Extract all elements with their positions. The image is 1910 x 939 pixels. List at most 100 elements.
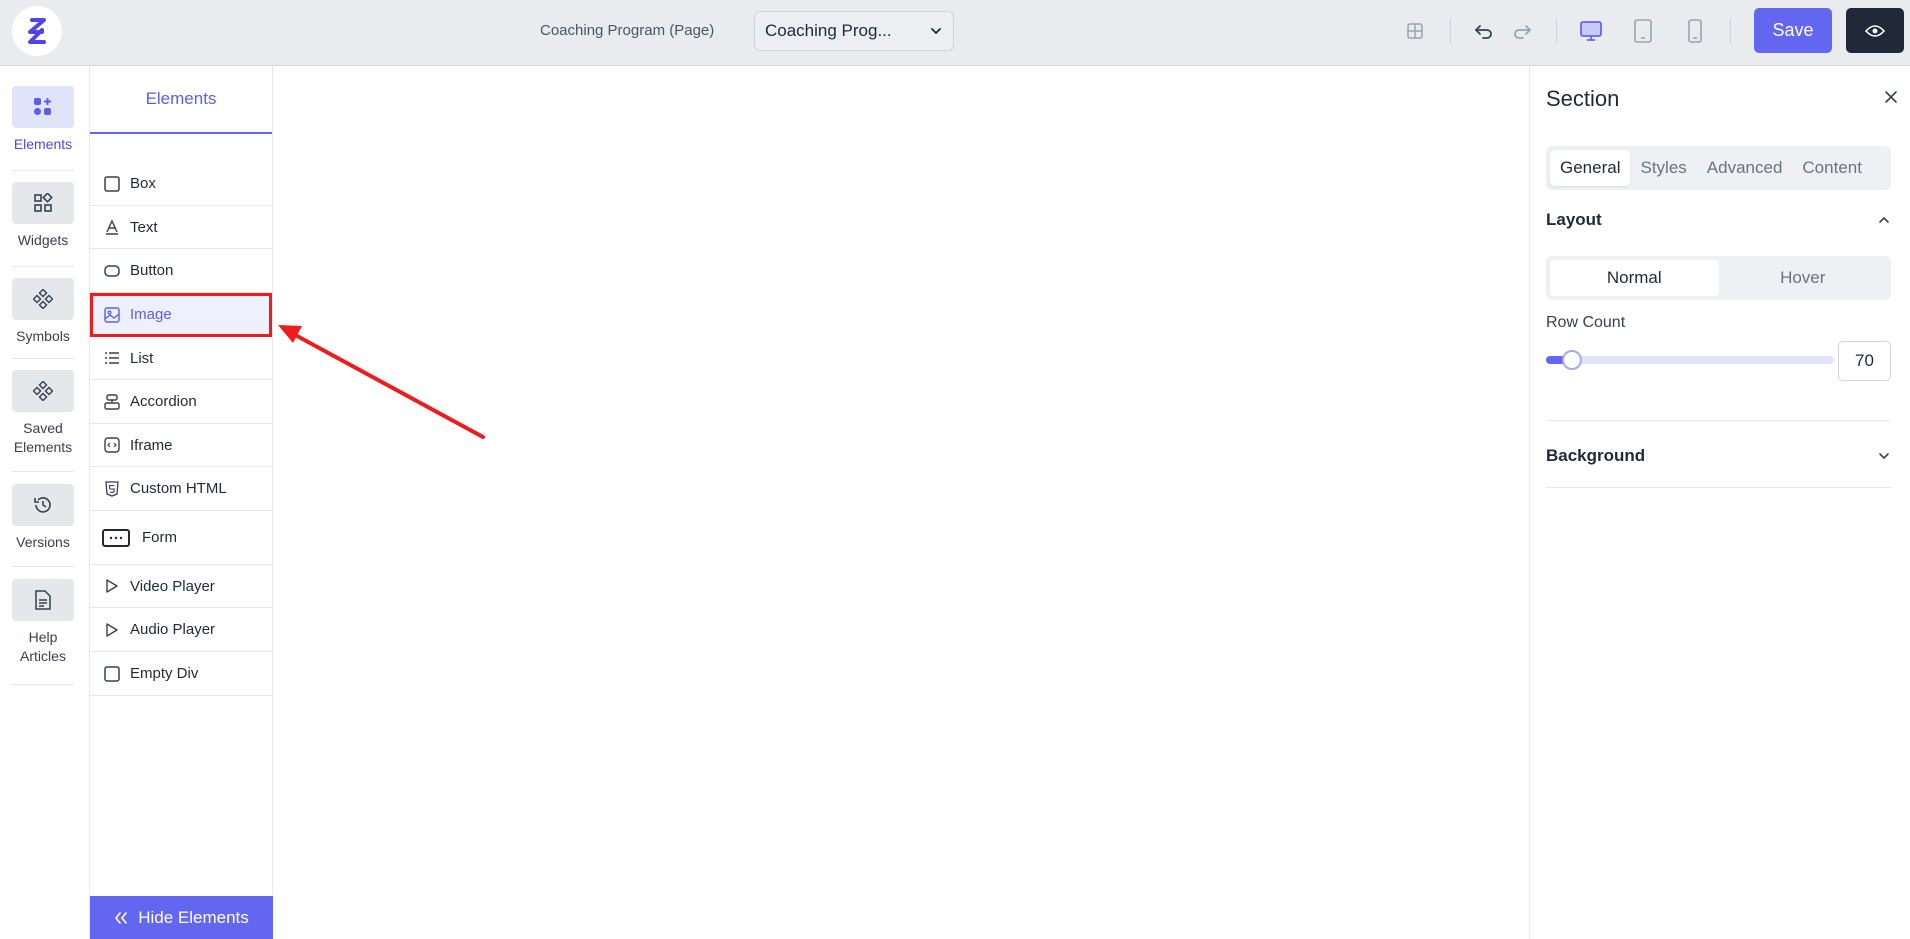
element-item-list[interactable]: List bbox=[90, 337, 272, 380]
double-chevron-left-icon bbox=[115, 911, 128, 924]
row-count-slider[interactable] bbox=[1546, 350, 1834, 370]
undo-icon[interactable] bbox=[1469, 17, 1497, 45]
slider-handle[interactable] bbox=[1562, 350, 1582, 370]
rail-divider bbox=[12, 684, 74, 685]
elements-panel: Elements Box Text Button Image List Acco… bbox=[90, 66, 273, 939]
toolbar-divider bbox=[1730, 18, 1731, 44]
section-divider bbox=[1546, 487, 1891, 488]
element-label: Box bbox=[130, 175, 156, 192]
elements-icon bbox=[12, 86, 74, 128]
element-list: Box Text Button Image List Accordion Ifr… bbox=[90, 162, 272, 696]
toolbar-divider bbox=[1556, 18, 1557, 44]
preview-button[interactable] bbox=[1846, 8, 1904, 53]
accordion-icon bbox=[102, 392, 122, 412]
hide-elements-button[interactable]: Hide Elements bbox=[90, 896, 273, 939]
rail-label: Versions bbox=[16, 534, 70, 550]
rail-item-widgets[interactable]: Widgets bbox=[0, 182, 86, 250]
list-icon bbox=[102, 348, 122, 368]
mobile-view-icon[interactable] bbox=[1681, 17, 1709, 45]
html-icon bbox=[102, 479, 122, 499]
image-icon bbox=[102, 305, 122, 325]
element-label: Text bbox=[130, 218, 158, 236]
rail-divider bbox=[12, 358, 74, 359]
desktop-view-icon[interactable] bbox=[1577, 17, 1605, 45]
redo-icon[interactable] bbox=[1509, 17, 1537, 45]
element-item-form[interactable]: Form bbox=[90, 511, 272, 565]
tab-styles[interactable]: Styles bbox=[1630, 150, 1696, 186]
tablet-view-icon[interactable] bbox=[1629, 17, 1657, 45]
text-icon bbox=[102, 217, 122, 237]
tab-elements[interactable]: Elements bbox=[90, 66, 272, 134]
logo-icon bbox=[28, 18, 46, 44]
element-label: List bbox=[130, 349, 154, 367]
save-button[interactable]: Save bbox=[1754, 8, 1832, 53]
element-item-box[interactable]: Box bbox=[90, 162, 272, 206]
rail-divider bbox=[12, 266, 74, 267]
element-label: Form bbox=[142, 529, 177, 546]
inspector-panel: Section General Styles Advanced Content … bbox=[1529, 66, 1910, 939]
page-select-value: Coaching Prog... bbox=[765, 21, 892, 40]
page-caption: Coaching Program (Page) bbox=[540, 22, 715, 39]
symbols-icon bbox=[12, 278, 74, 320]
code-icon bbox=[102, 435, 122, 455]
document-icon bbox=[12, 579, 74, 621]
rail-label: Help Articles bbox=[20, 629, 66, 664]
layout-section-header[interactable]: Layout bbox=[1546, 210, 1891, 230]
state-normal[interactable]: Normal bbox=[1550, 260, 1719, 296]
form-icon bbox=[102, 528, 130, 548]
play-icon bbox=[102, 576, 122, 596]
rail-label: Symbols bbox=[16, 328, 70, 344]
page-select[interactable]: Coaching Prog... bbox=[754, 11, 954, 51]
tab-advanced[interactable]: Advanced bbox=[1697, 150, 1793, 186]
element-item-video-player[interactable]: Video Player bbox=[90, 565, 272, 608]
top-bar: Coaching Program (Page) Coaching Prog...… bbox=[0, 0, 1910, 66]
toolbar-divider bbox=[1450, 18, 1451, 44]
history-icon bbox=[12, 484, 74, 526]
element-label: Custom HTML bbox=[130, 480, 227, 497]
element-label: Empty Div bbox=[130, 665, 199, 682]
grid-icon[interactable] bbox=[1401, 17, 1429, 45]
element-item-iframe[interactable]: Iframe bbox=[90, 424, 272, 467]
inspector-tabs: General Styles Advanced Content bbox=[1546, 146, 1891, 190]
chevron-down-icon bbox=[931, 28, 941, 35]
left-rail: Elements Widgets Symbols Saved Elements … bbox=[0, 66, 90, 939]
rail-label: Elements bbox=[13, 136, 73, 152]
close-icon[interactable] bbox=[1880, 86, 1902, 108]
element-item-button[interactable]: Button bbox=[90, 249, 272, 293]
button-icon bbox=[102, 261, 122, 281]
element-item-image[interactable]: Image bbox=[90, 293, 272, 337]
rail-divider bbox=[12, 170, 74, 171]
element-item-custom-html[interactable]: Custom HTML bbox=[90, 467, 272, 511]
rail-item-help-articles[interactable]: Help Articles bbox=[0, 579, 86, 666]
background-section-header[interactable]: Background bbox=[1546, 446, 1891, 466]
chevron-up-icon bbox=[1879, 216, 1889, 223]
square-icon bbox=[102, 664, 122, 684]
state-hover[interactable]: Hover bbox=[1719, 260, 1888, 296]
chevron-down-icon bbox=[1879, 453, 1889, 460]
rail-item-symbols[interactable]: Symbols bbox=[0, 278, 86, 346]
rail-item-elements[interactable]: Elements bbox=[0, 86, 86, 154]
element-item-accordion[interactable]: Accordion bbox=[90, 380, 272, 424]
element-item-text[interactable]: Text bbox=[90, 206, 272, 249]
eye-icon bbox=[1865, 24, 1885, 37]
element-label: Accordion bbox=[130, 393, 197, 410]
saved-elements-icon bbox=[12, 370, 74, 412]
section-divider bbox=[1546, 420, 1891, 421]
tab-general[interactable]: General bbox=[1550, 150, 1631, 186]
rail-divider bbox=[12, 471, 74, 472]
state-toggle: Normal Hover bbox=[1546, 256, 1891, 300]
element-item-empty-div[interactable]: Empty Div bbox=[90, 652, 272, 696]
element-item-audio-player[interactable]: Audio Player bbox=[90, 608, 272, 652]
rail-divider bbox=[12, 566, 74, 567]
layout-heading: Layout bbox=[1546, 210, 1602, 229]
canvas[interactable] bbox=[274, 66, 1528, 939]
tab-content[interactable]: Content bbox=[1792, 150, 1872, 186]
row-count-label: Row Count bbox=[1546, 314, 1626, 331]
app-logo[interactable] bbox=[12, 6, 62, 56]
element-label: Image bbox=[130, 306, 172, 323]
rail-item-saved-elements[interactable]: Saved Elements bbox=[0, 370, 86, 457]
square-icon bbox=[102, 174, 122, 194]
row-count-input[interactable] bbox=[1838, 341, 1891, 381]
rail-item-versions[interactable]: Versions bbox=[0, 484, 86, 552]
element-label: Video Player bbox=[130, 577, 215, 595]
